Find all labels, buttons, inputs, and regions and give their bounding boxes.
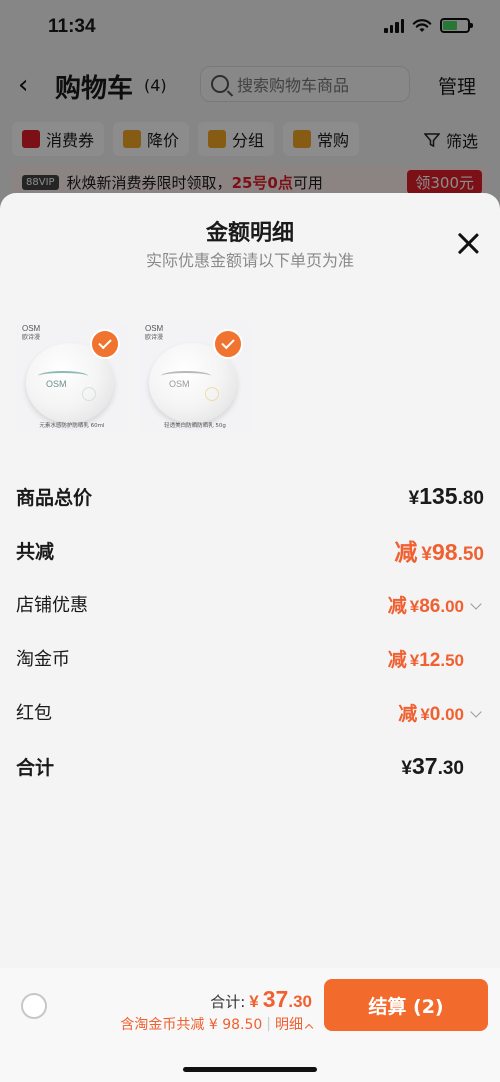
detail-toggle[interactable]: 明细 (275, 1014, 314, 1034)
select-all-checkbox[interactable] (21, 993, 47, 1019)
checkout-bar: 合计: ¥37.30 含淘金币共减 ¥ 98.50 | 明细 结算 (2) (0, 968, 500, 1082)
total-label: 合计: (210, 993, 246, 1011)
row-label: 店铺优惠 (16, 595, 88, 616)
chevron-up-icon (304, 1023, 314, 1033)
savings-text: 含淘金币共减 ¥ 98.50 (120, 1017, 263, 1033)
chevron-down-icon[interactable] (470, 705, 482, 718)
sheet-title: 金额明细 (205, 221, 294, 246)
close-icon[interactable] (456, 231, 480, 255)
row-taojinbi: 淘金币 减 ¥12.50 (16, 642, 484, 674)
product-caption: 轻透美白防晒防晒乳 50g (164, 423, 226, 429)
store-discount-value: 减 ¥86.00 (388, 591, 484, 618)
home-indicator (183, 1067, 317, 1072)
row-label: 共减 (16, 540, 55, 563)
row-red-packet[interactable]: 红包 减 ¥0.00 (16, 696, 484, 728)
row-grand-total: 合计 ¥37.30 (16, 750, 484, 782)
selected-check-icon[interactable] (213, 329, 243, 359)
row-label: 红包 (16, 703, 52, 724)
checkout-button[interactable]: 结算 (2) (324, 979, 488, 1031)
red-packet-value: 减 ¥0.00 (398, 699, 484, 726)
product-thumbnail[interactable]: OSM 欧诗漫 OSM 轻透美白防晒防晒乳 50g (139, 321, 251, 433)
separator: | (266, 1016, 271, 1032)
chevron-down-icon[interactable] (470, 597, 482, 610)
row-label: 商品总价 (16, 486, 93, 509)
brand-logo: OSM 欧诗漫 (22, 324, 41, 342)
row-store-discount[interactable]: 店铺优惠 减 ¥86.00 (16, 588, 484, 620)
row-goods-total: 商品总价 ¥135.80 (16, 480, 484, 512)
brand-logo: OSM 欧诗漫 (145, 324, 164, 342)
taojinbi-value: 减 ¥12.50 (387, 649, 464, 671)
row-label: 淘金币 (16, 649, 70, 670)
sheet-subtitle: 实际优惠金额请以下单页为准 (145, 251, 354, 270)
total-reduction-value: 减 ¥98.50 (394, 539, 484, 565)
grand-total-value: ¥37.30 (401, 752, 464, 779)
goods-total-value: ¥135.80 (408, 482, 484, 509)
total-integer: 37 (262, 986, 289, 1012)
row-label: 合计 (16, 756, 55, 779)
total-summary: 合计: ¥37.30 (210, 986, 312, 1013)
total-decimal: .30 (288, 992, 312, 1011)
amount-detail-sheet: 金额明细 实际优惠金额请以下单页为准 OSM 欧诗漫 OSM 元素水感防护防晒乳 … (0, 193, 500, 1082)
selected-check-icon[interactable] (90, 329, 120, 359)
product-thumbnails: OSM 欧诗漫 OSM 元素水感防护防晒乳 60ml OSM 欧诗漫 OSM 轻透美… (16, 321, 251, 433)
savings-summary: 含淘金币共减 ¥ 98.50 | 明细 (120, 1014, 314, 1034)
product-caption: 元素水感防护防晒乳 60ml (39, 423, 105, 429)
total-currency: ¥ (249, 992, 259, 1011)
row-total-reduction: 共减 减 ¥98.50 (16, 534, 484, 566)
product-thumbnail[interactable]: OSM 欧诗漫 OSM 元素水感防护防晒乳 60ml (16, 321, 128, 433)
